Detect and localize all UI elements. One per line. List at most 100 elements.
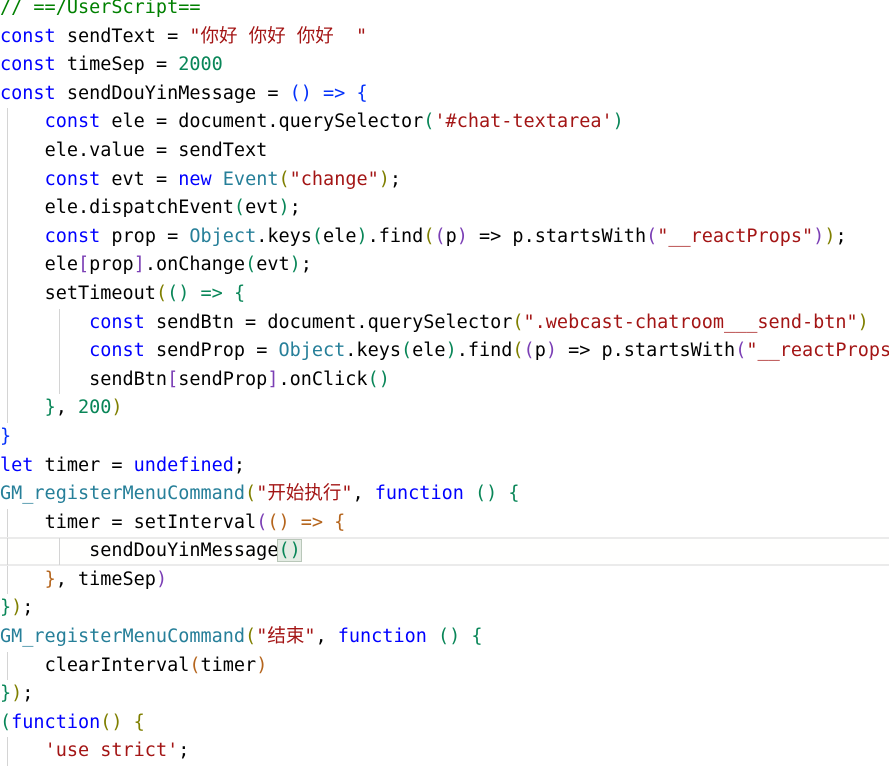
brace: { (133, 711, 145, 733)
code-text: , (55, 397, 78, 419)
code-line[interactable]: }); (0, 680, 889, 709)
fn-gm-register-menu-command: GM_registerMenuCommand (0, 626, 246, 648)
code-line[interactable]: 'use strict'; (0, 737, 889, 767)
code-line[interactable]: // ==/UserScript== (0, 0, 889, 23)
code-text: ele.dispatchEvent (44, 197, 234, 219)
code-line[interactable]: } (0, 423, 889, 452)
code-line[interactable]: ele[prop].onChange(evt); (0, 251, 889, 280)
code-line[interactable]: let timer = undefined; (0, 452, 889, 481)
paren: () (475, 483, 498, 505)
code-text: => p.startsWith (556, 340, 736, 362)
keyword-function: function (337, 626, 427, 648)
paren: ) (378, 168, 390, 190)
code-text: ; (289, 197, 301, 219)
code-content[interactable]: // ==/UserScript== const sendText = "你好 … (0, 0, 889, 767)
paren: ( (423, 111, 435, 133)
code-line[interactable]: sendBtn[sendProp].onClick() (0, 365, 889, 395)
keyword-function: function (374, 483, 464, 505)
code-line[interactable]: const evt = new Event("change"); (0, 165, 889, 195)
string-send-btn-selector: ".webcast-chatroom___send-btn" (523, 311, 858, 333)
paren: ) (824, 225, 836, 247)
paren: ( (233, 197, 246, 219)
code-text: ele.value = sendText (44, 139, 268, 161)
paren: ) (857, 311, 869, 333)
code-line[interactable]: ele.value = sendText (0, 136, 889, 166)
code-line[interactable]: GM_registerMenuCommand("开始执行", function … (0, 480, 889, 509)
paren: ( (245, 483, 257, 505)
paren: ( (245, 626, 257, 648)
code-text: prop (89, 254, 134, 276)
code-line[interactable]: setTimeout(() => { (0, 279, 889, 309)
code-line[interactable]: (function() { (0, 709, 889, 738)
code-line[interactable]: const sendText = "你好 你好 你好 " (0, 23, 889, 52)
code-text: ele (323, 225, 357, 247)
code-line[interactable]: const sendDouYinMessage = () => { (0, 80, 889, 109)
code-text: p (534, 340, 546, 362)
code-text: ; (22, 683, 34, 705)
string-selector: '#chat-textarea' (434, 111, 613, 133)
code-text: sendText = (55, 25, 190, 47)
paren: ( (434, 225, 446, 247)
paren: ) (813, 225, 825, 247)
paren: ( (523, 340, 535, 362)
paren: ( (646, 225, 658, 247)
bracket: [ (167, 368, 179, 390)
paren: ) (612, 111, 624, 133)
code-line[interactable]: clearInterval(timer) (0, 651, 889, 681)
keyword-const: const (0, 54, 56, 76)
brace: { (471, 626, 483, 648)
keyword-let: let (0, 454, 34, 476)
code-text: prop = (100, 225, 190, 247)
code-text: clearInterval (44, 654, 190, 676)
brace: { (508, 483, 520, 505)
code-line[interactable]: ele.dispatchEvent(evt); (0, 194, 889, 223)
code-line[interactable]: const sendProp = Object.keys(ele).find((… (0, 337, 889, 366)
code-text: ; (389, 168, 402, 190)
string-send-text: "你好 你好 你好 " (189, 25, 368, 47)
code-line[interactable]: }, 200) (0, 394, 889, 423)
code-text: ; (233, 454, 246, 476)
code-line[interactable]: }, timeSep) (0, 565, 889, 595)
code-text: ele (44, 254, 78, 276)
class-event: Event (222, 168, 279, 190)
paren: ( (155, 282, 168, 304)
arrow-token: => (300, 511, 324, 533)
paren: ( (512, 340, 524, 362)
string-react-props: "__reactProps" (657, 225, 814, 247)
arrow-token: => (200, 282, 223, 304)
code-line[interactable]: const prop = Object.keys(ele).find((p) =… (0, 222, 889, 252)
keyword-const: const (89, 340, 145, 362)
code-editor[interactable]: // ==/UserScript== const sendText = "你好 … (0, 0, 889, 784)
brace: } (0, 425, 12, 447)
code-line[interactable]: const ele = document.querySelector('#cha… (0, 108, 889, 137)
code-line[interactable]: GM_registerMenuCommand("结束", function ()… (0, 623, 889, 652)
code-line[interactable]: }); (0, 594, 889, 623)
paren: ( (256, 511, 268, 533)
paren: () (289, 82, 312, 104)
code-text: ; (835, 225, 847, 247)
paren: ) (356, 225, 368, 247)
code-line[interactable]: timer = setInterval(() => { (0, 508, 889, 538)
code-text: ele (412, 340, 446, 362)
code-text: ele = document.querySelector (100, 111, 424, 133)
code-line[interactable]: const sendBtn = document.querySelector("… (0, 308, 889, 338)
paren: ( (0, 711, 12, 733)
paren: ) (111, 397, 123, 419)
paren: ) (11, 597, 23, 619)
code-text: sendDouYinMessage (89, 540, 279, 562)
keyword-const: const (0, 82, 56, 104)
code-text: timeSep = (55, 54, 179, 76)
paren: ) (256, 654, 268, 676)
code-line[interactable]: const timeSep = 2000 (0, 51, 889, 80)
class-object: Object (278, 340, 346, 362)
code-text: p (445, 225, 457, 247)
paren: ) (11, 683, 23, 705)
code-text: evt (256, 254, 290, 276)
code-line-active[interactable]: sendDouYinMessage() (0, 537, 889, 566)
code-text: sendBtn = document.querySelector (144, 311, 513, 333)
